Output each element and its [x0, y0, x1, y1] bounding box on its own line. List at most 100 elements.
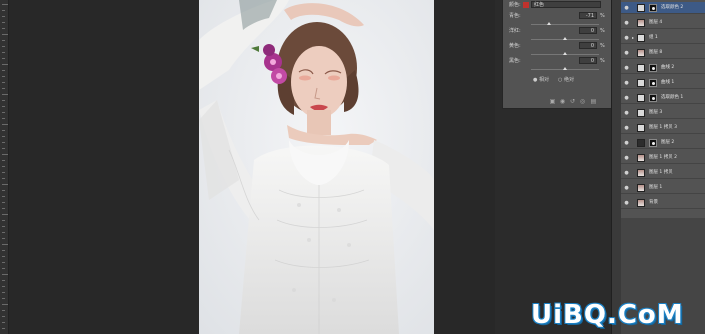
- layer-row[interactable]: ● 背景: [621, 197, 705, 209]
- visibility-eye-icon[interactable]: ●: [623, 62, 630, 74]
- magenta-value-field[interactable]: 0: [579, 27, 597, 34]
- ruler-tick: [2, 154, 8, 155]
- ruler-tick: [2, 220, 5, 221]
- layer-row[interactable]: ● 曲线 1: [621, 77, 705, 89]
- visibility-eye-icon[interactable]: ●: [623, 167, 630, 179]
- visibility-eye-icon[interactable]: ●: [623, 2, 630, 14]
- black-value-field[interactable]: 0: [579, 57, 597, 64]
- ruler-tick: [2, 52, 5, 53]
- clip-to-layer-icon[interactable]: ▣: [549, 99, 556, 105]
- visibility-eye-icon[interactable]: ●: [623, 77, 630, 89]
- layer-thumbnail: [637, 154, 645, 162]
- visibility-eye-icon[interactable]: ●: [623, 137, 630, 149]
- ruler-tick: [2, 316, 5, 317]
- magenta-slider-thumb[interactable]: [563, 37, 567, 40]
- ruler-tick: [2, 280, 5, 281]
- layer-row[interactable]: ● ▸ 组 1: [621, 32, 705, 44]
- layer-mask-thumbnail[interactable]: [649, 4, 657, 12]
- ruler-tick: [2, 16, 5, 17]
- layer-row[interactable]: ● 图层 8: [621, 47, 705, 59]
- visibility-eye-icon[interactable]: ●: [623, 197, 630, 209]
- view-previous-icon[interactable]: ◉: [559, 99, 566, 105]
- visibility-eye-icon[interactable]: ●: [623, 92, 630, 104]
- layer-name: 曲线 1: [661, 80, 675, 85]
- ruler-tick: [2, 58, 5, 59]
- layer-row[interactable]: ● 图层 1 拷贝 3: [621, 122, 705, 134]
- layer-mask-thumbnail[interactable]: [649, 64, 657, 72]
- layer-name: 组 1: [649, 35, 658, 40]
- layer-name: 图层 1 拷贝 3: [649, 125, 678, 130]
- layer-thumbnail: [637, 94, 645, 102]
- layer-mask-thumbnail[interactable]: [649, 94, 657, 102]
- slider-label: 洋红:: [509, 28, 521, 34]
- ruler-tick: [2, 262, 5, 263]
- reset-icon[interactable]: ↺: [569, 99, 576, 105]
- layer-mask-thumbnail[interactable]: [649, 139, 657, 147]
- layer-thumbnail: [637, 124, 645, 132]
- layer-row[interactable]: ● 曲线 2: [621, 62, 705, 74]
- ruler-tick: [2, 232, 5, 233]
- visibility-eye-icon[interactable]: ●: [623, 32, 630, 44]
- visibility-eye-icon[interactable]: ●: [623, 47, 630, 59]
- color-preset-select[interactable]: 红色: [531, 1, 601, 8]
- layer-row[interactable]: ● 图层 4: [621, 17, 705, 29]
- ruler-tick: [2, 244, 8, 245]
- relative-radio[interactable]: ● 相对: [533, 76, 549, 83]
- layer-row[interactable]: ● 图层 2: [621, 137, 705, 149]
- ruler-tick: [2, 286, 5, 287]
- document-canvas[interactable]: [9, 0, 495, 334]
- layer-row[interactable]: ● 图层 3: [621, 107, 705, 119]
- delete-icon[interactable]: ▤: [590, 99, 597, 105]
- ruler-tick: [2, 22, 5, 23]
- visibility-icon[interactable]: ◎: [579, 99, 586, 105]
- ruler-tick: [2, 88, 5, 89]
- layers-panel: ● 选取颜色 2 ● 图层 4 ● ▸ 组 1 ● 图层 8 ● 曲线 2 ● 曲线 1 ● 选取颜色 1 ●…: [621, 0, 705, 218]
- layer-name: 选取颜色 2: [661, 5, 684, 10]
- layer-name: 图层 1 拷贝 2: [649, 155, 678, 160]
- absolute-radio[interactable]: ○ 绝对: [558, 76, 574, 83]
- cyan-slider-track[interactable]: [531, 24, 599, 25]
- ruler-tick: [2, 46, 5, 47]
- visibility-eye-icon[interactable]: ●: [623, 152, 630, 164]
- ruler-tick: [2, 196, 5, 197]
- panel-divider: [611, 0, 621, 334]
- ruler-tick: [2, 172, 5, 173]
- ruler-tick: [2, 70, 5, 71]
- layer-row[interactable]: ● 选取颜色 1: [621, 92, 705, 104]
- ruler-tick: [2, 202, 5, 203]
- yellow-slider-thumb[interactable]: [563, 52, 567, 55]
- visibility-eye-icon[interactable]: ●: [623, 182, 630, 194]
- visibility-eye-icon[interactable]: ●: [623, 107, 630, 119]
- layer-row[interactable]: ● 图层 1: [621, 182, 705, 194]
- ruler-tick: [2, 166, 5, 167]
- visibility-eye-icon[interactable]: ●: [623, 17, 630, 29]
- percent-unit: %: [600, 28, 605, 34]
- layer-name: 图层 8: [649, 50, 663, 55]
- layer-row[interactable]: ● 选取颜色 2: [621, 2, 705, 14]
- ruler-tick: [2, 64, 8, 65]
- ruler-tick: [2, 256, 5, 257]
- layer-row[interactable]: ● 图层 1 拷贝 2: [621, 152, 705, 164]
- cyan-slider-thumb[interactable]: [547, 22, 551, 25]
- slider-row-magenta: 洋红: 0 %: [507, 26, 608, 36]
- ruler-tick: [2, 226, 5, 227]
- ruler-tick: [2, 142, 5, 143]
- yellow-value-field[interactable]: 0: [579, 42, 597, 49]
- ruler-tick: [2, 298, 5, 299]
- layer-thumbnail: [637, 169, 645, 177]
- visibility-eye-icon[interactable]: ●: [623, 122, 630, 134]
- group-expand-icon[interactable]: ▸: [632, 32, 634, 44]
- layer-thumbnail: [637, 4, 645, 12]
- layer-mask-thumbnail[interactable]: [649, 79, 657, 87]
- layer-name: 图层 2: [661, 140, 675, 145]
- cyan-value-field[interactable]: -71: [579, 12, 597, 19]
- black-slider-thumb[interactable]: [563, 67, 567, 70]
- ruler-tick: [2, 76, 5, 77]
- layer-name: 曲线 2: [661, 65, 675, 70]
- percent-unit: %: [600, 13, 605, 19]
- ruler-tick: [2, 328, 5, 329]
- ruler-tick: [2, 322, 5, 323]
- color-preset-row: 颜色: 红色: [507, 0, 608, 10]
- layer-row[interactable]: ● 图层 1 拷贝: [621, 167, 705, 179]
- layer-thumbnail: [637, 109, 645, 117]
